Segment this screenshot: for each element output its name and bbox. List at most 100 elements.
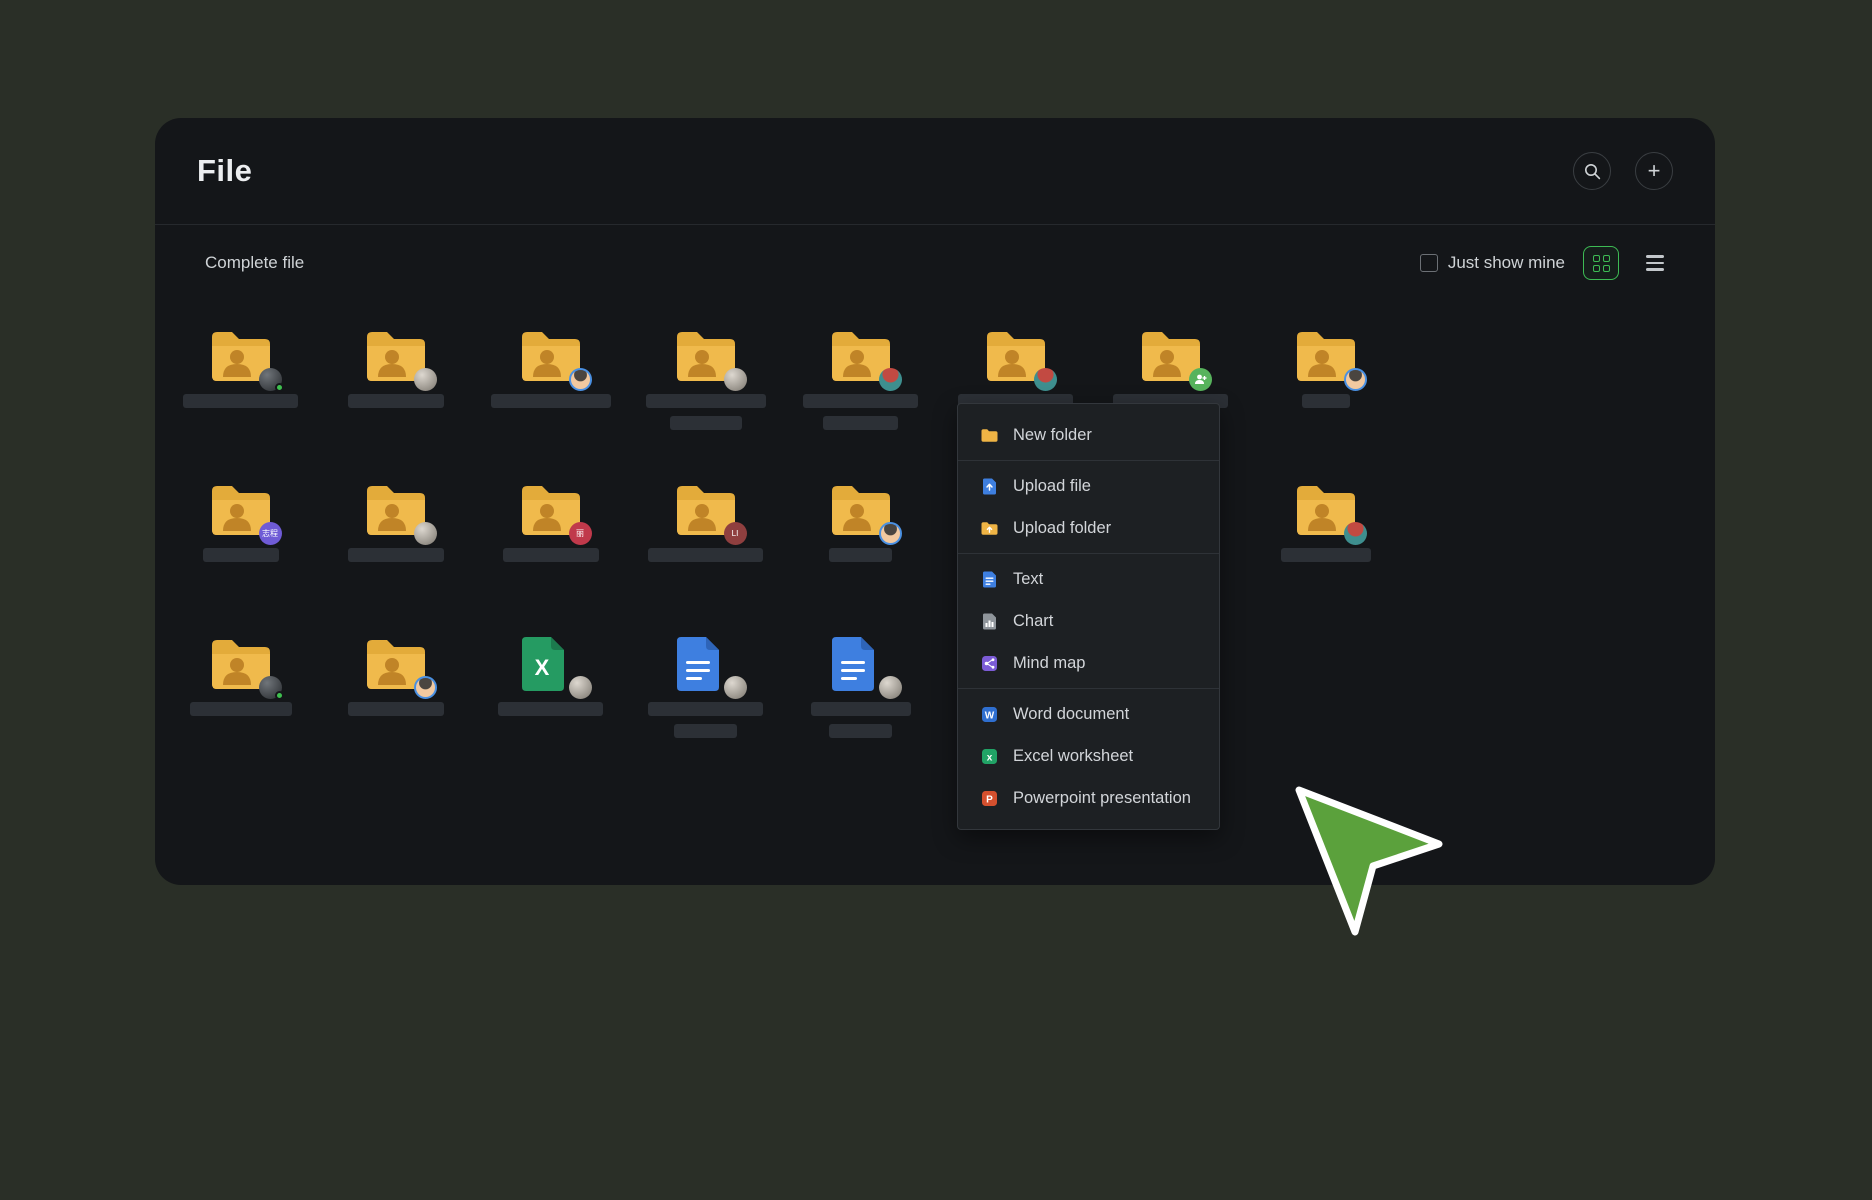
owner-avatar-badge (569, 368, 592, 391)
file-name-placeholder (190, 702, 292, 716)
folder-icon (828, 481, 894, 539)
list-view-icon (1646, 255, 1664, 271)
excel-file-item[interactable]: X (473, 635, 628, 789)
menu-group: W Word document xExcel worksheet P Powerpoin… (958, 688, 1219, 823)
menu-item-chart[interactable]: Chart (958, 600, 1219, 642)
owner-avatar-badge (259, 368, 282, 391)
create-file-menu: New folder Upload file Upload folder Text Ch… (957, 403, 1220, 830)
grid-view-button[interactable] (1583, 246, 1619, 280)
file-name-placeholder (348, 394, 444, 408)
folder-item[interactable] (783, 481, 938, 635)
person-add-badge (1189, 368, 1212, 391)
folder-item[interactable] (783, 327, 938, 481)
file-manager-panel: File + Complete file Just show mine (155, 118, 1715, 885)
just-show-mine-toggle[interactable]: Just show mine (1420, 253, 1565, 273)
folder-item[interactable] (1248, 481, 1403, 635)
menu-item-new-folder[interactable]: New folder (958, 414, 1219, 456)
doc-file-item[interactable] (783, 635, 938, 789)
just-show-mine-checkbox[interactable] (1420, 254, 1438, 272)
file-name-placeholder (498, 702, 603, 716)
menu-group: Upload file Upload folder (958, 460, 1219, 553)
menu-item-excel-worksheet[interactable]: xExcel worksheet (958, 735, 1219, 777)
menu-item-label: Upload file (1013, 477, 1091, 496)
file-name-placeholder (829, 548, 892, 562)
menu-item-mind-map[interactable]: Mind map (958, 642, 1219, 684)
header-actions: + (1573, 152, 1673, 190)
file-name-placeholder (183, 394, 298, 408)
file-name-placeholder (348, 548, 444, 562)
file-name-placeholder (348, 702, 444, 716)
owner-avatar-badge (724, 676, 747, 699)
folder-icon (1138, 327, 1204, 385)
folder-icon: LI (673, 481, 739, 539)
owner-avatar-badge: 丽 (569, 522, 592, 545)
section-label: Complete file (205, 253, 304, 273)
owner-avatar-badge (879, 522, 902, 545)
list-view-button[interactable] (1637, 246, 1673, 280)
just-show-mine-label: Just show mine (1448, 253, 1565, 273)
menu-item-label: Chart (1013, 612, 1053, 631)
file-name-placeholder (648, 702, 763, 716)
menu-group: New folder (958, 410, 1219, 460)
file-name-placeholder (503, 548, 599, 562)
folder-item[interactable] (473, 327, 628, 481)
online-status-dot (275, 383, 284, 392)
folder-item[interactable]: LI (628, 481, 783, 635)
file-name-placeholder (491, 394, 611, 408)
menu-item-upload-file[interactable]: Upload file (958, 465, 1219, 507)
menu-item-label: Text (1013, 570, 1043, 589)
folder-item[interactable]: 丽 (473, 481, 628, 635)
folder-item[interactable] (163, 635, 318, 789)
folder-icon (363, 635, 429, 693)
folder-icon (208, 635, 274, 693)
menu-item-powerpoint-presentation[interactable]: P Powerpoint presentation (958, 777, 1219, 819)
online-status-dot (275, 691, 284, 700)
menu-item-label: Word document (1013, 705, 1129, 724)
file-name-placeholder (203, 548, 279, 562)
search-button[interactable] (1573, 152, 1611, 190)
folder-item[interactable] (1248, 327, 1403, 481)
owner-avatar-badge (879, 676, 902, 699)
menu-item-word-document[interactable]: W Word document (958, 693, 1219, 735)
menu-group: Text Chart Mind map (958, 553, 1219, 688)
toolbar-right: Just show mine (1420, 246, 1673, 280)
folder-icon (1293, 481, 1359, 539)
folder-item[interactable] (628, 327, 783, 481)
doc-icon (673, 635, 739, 693)
add-button[interactable]: + (1635, 152, 1673, 190)
folder-icon (1293, 327, 1359, 385)
panel-header: File + (155, 118, 1715, 225)
menu-item-label: Powerpoint presentation (1013, 789, 1191, 808)
upload-file-icon (980, 477, 999, 496)
owner-avatar-badge (569, 676, 592, 699)
file-name-placeholder (1302, 394, 1350, 408)
folder-icon (518, 327, 584, 385)
doc-file-item[interactable] (628, 635, 783, 789)
owner-avatar-badge (1034, 368, 1057, 391)
folder-item[interactable] (318, 327, 473, 481)
folder-item[interactable] (318, 481, 473, 635)
svg-text:x: x (987, 752, 993, 763)
folder-item[interactable] (163, 327, 318, 481)
folder-icon (363, 327, 429, 385)
file-name-placeholder (811, 702, 911, 716)
owner-avatar-badge (414, 522, 437, 545)
folder-item[interactable]: 志程 (163, 481, 318, 635)
folder-icon (208, 327, 274, 385)
toolbar: Complete file Just show mine (155, 225, 1715, 301)
powerpoint-icon: P (980, 789, 999, 808)
menu-item-upload-folder[interactable]: Upload folder (958, 507, 1219, 549)
file-name-placeholder (1281, 548, 1371, 562)
file-name-placeholder (823, 416, 898, 430)
folder-icon (983, 327, 1049, 385)
svg-text:P: P (986, 794, 993, 805)
new-folder-icon (980, 426, 999, 445)
owner-avatar-badge (724, 368, 747, 391)
grid-view-icon (1593, 255, 1610, 272)
word-icon: W (980, 705, 999, 724)
excel-icon: x (980, 747, 999, 766)
menu-item-text[interactable]: Text (958, 558, 1219, 600)
folder-item[interactable] (318, 635, 473, 789)
svg-text:W: W (985, 710, 995, 721)
owner-avatar-badge: LI (724, 522, 747, 545)
